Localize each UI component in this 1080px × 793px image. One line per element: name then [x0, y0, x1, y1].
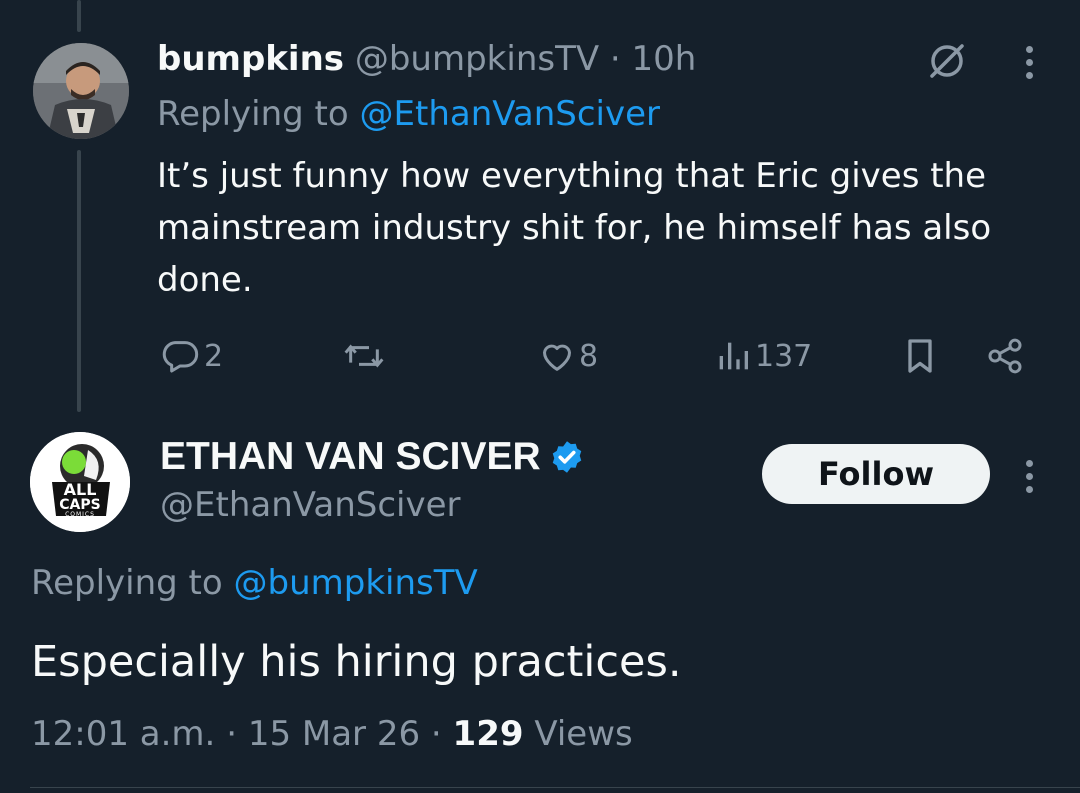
reply-icon	[160, 336, 200, 376]
views-count: 137	[755, 338, 813, 374]
reply-author-name[interactable]: bumpkins	[157, 39, 344, 79]
main-tweet-views-label: Views	[534, 714, 633, 754]
grok-icon[interactable]	[926, 40, 968, 82]
avatar-logo-line3: COMICS	[65, 511, 95, 518]
views-icon	[715, 336, 751, 376]
reply-action-reply[interactable]: 2	[160, 336, 223, 376]
main-tweet-separator-2: ·	[430, 714, 442, 754]
main-more-icon[interactable]	[1024, 460, 1034, 493]
reply-separator: ·	[609, 39, 621, 79]
bookmark-icon[interactable]	[902, 336, 938, 376]
thread-line-connector	[77, 150, 81, 412]
avatar-logo-line2: CAPS	[59, 497, 101, 513]
main-replying-handle[interactable]: @bumpkinsTV	[234, 563, 478, 603]
reply-author-handle[interactable]: @bumpkinsTV	[355, 39, 599, 79]
like-count: 8	[579, 338, 599, 374]
reply-count: 2	[204, 338, 224, 374]
like-icon	[537, 336, 577, 376]
bottom-divider	[30, 787, 1080, 788]
thread-line-top	[77, 0, 81, 32]
reply-action-repost[interactable]	[342, 336, 386, 376]
main-tweet-date[interactable]: 15 Mar 26	[248, 714, 420, 754]
reply-replying-to: Replying to @EthanVanSciver	[157, 92, 660, 136]
follow-button[interactable]: Follow	[762, 444, 990, 504]
reply-text: It’s just funny how everything that Eric…	[157, 156, 992, 300]
ethan-avatar[interactable]: ALL CAPS COMICS	[30, 432, 130, 532]
main-tweet-text: Especially his hiring practices.	[31, 637, 682, 687]
main-tweet-separator-1: ·	[226, 714, 237, 754]
reply-header: bumpkins @bumpkinsTV · 10h	[157, 37, 696, 81]
avatar-logo-line1: ALL	[63, 480, 97, 499]
main-replying-to: Replying to @bumpkinsTV	[31, 560, 478, 606]
main-author-name[interactable]: ETHAN VAN SCIVER	[160, 435, 541, 479]
reply-replying-prefix: Replying to	[157, 94, 349, 134]
reply-time[interactable]: 10h	[632, 39, 697, 79]
main-tweet-time[interactable]: 12:01 a.m.	[31, 714, 215, 754]
verified-badge-icon	[549, 439, 585, 475]
main-replying-prefix: Replying to	[31, 563, 223, 603]
main-author-handle[interactable]: @EthanVanSciver	[160, 483, 461, 527]
main-author-row: ETHAN VAN SCIVER	[160, 433, 585, 481]
reply-replying-handle[interactable]: @EthanVanSciver	[360, 94, 661, 134]
repost-icon	[342, 336, 386, 376]
share-icon[interactable]	[984, 336, 1026, 376]
main-tweet-meta: 12:01 a.m. · 15 Mar 26 · 129 Views	[31, 710, 633, 758]
main-tweet-views-count: 129	[452, 714, 524, 754]
reply-action-views[interactable]: 137	[715, 336, 812, 376]
reply-more-icon[interactable]	[1024, 46, 1034, 79]
bumpkins-avatar[interactable]	[33, 43, 129, 139]
reply-action-like[interactable]: 8	[537, 336, 598, 376]
